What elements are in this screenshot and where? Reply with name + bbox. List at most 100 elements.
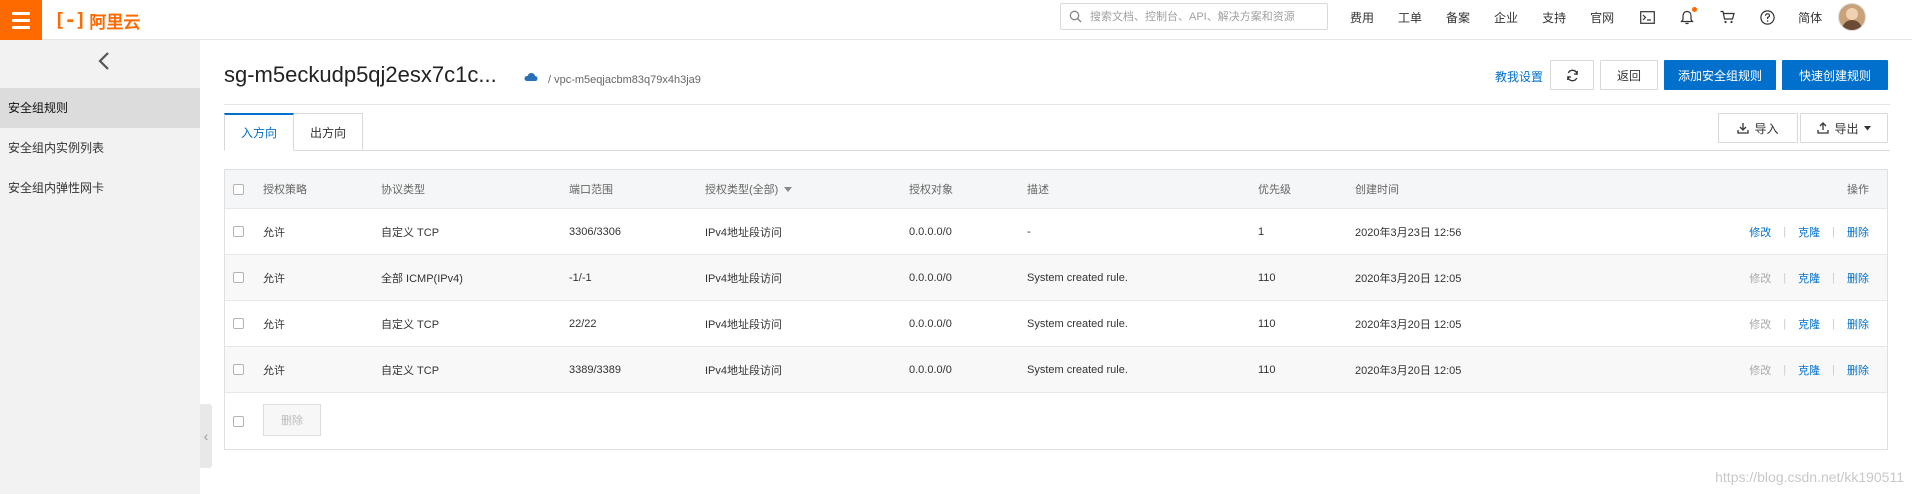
row-checkbox[interactable] <box>233 272 244 283</box>
import-label: 导入 <box>1754 121 1779 136</box>
delete-link[interactable]: 删除 <box>1847 224 1869 240</box>
quick-create-rule-button[interactable]: 快速创建规则 <box>1782 60 1888 90</box>
cell-policy: 允许 <box>263 226 285 239</box>
col-auth-type: 授权类型(全部) <box>705 184 779 196</box>
sidebar-item-eni[interactable]: 安全组内弹性网卡 <box>0 168 200 208</box>
help-icon[interactable] <box>1758 8 1776 26</box>
cell-target: 0.0.0.0/0 <box>909 363 952 376</box>
delete-link[interactable]: 删除 <box>1847 316 1869 332</box>
watermark: https://blog.csdn.net/kk190511 <box>1715 469 1904 485</box>
nav-tickets[interactable]: 工单 <box>1398 9 1422 26</box>
row-actions: 修改 | 克隆 | 删除 <box>1749 347 1869 392</box>
action-separator: | <box>1832 271 1835 284</box>
row-checkbox-cell[interactable] <box>233 301 244 346</box>
cell-protocol: 自定义 TCP <box>381 364 440 377</box>
search-icon <box>1069 10 1082 23</box>
col-actions: 操作 <box>1847 184 1869 196</box>
clone-link[interactable]: 克隆 <box>1798 224 1820 240</box>
cell-port: 22/22 <box>569 317 597 330</box>
vpc-link[interactable]: / vpc-m5eqjacbm83q79x4h3ja9 <box>548 74 701 86</box>
action-separator: | <box>1832 225 1835 238</box>
action-separator: | <box>1783 225 1787 238</box>
batch-delete-button[interactable]: 删除 <box>263 404 321 436</box>
modify-link[interactable]: 修改 <box>1749 224 1771 240</box>
cell-protocol: 自定义 TCP <box>381 318 440 331</box>
modify-link: 修改 <box>1749 318 1772 331</box>
col-protocol: 协议类型 <box>381 184 425 196</box>
col-port: 端口范围 <box>569 184 613 196</box>
nav-support[interactable]: 支持 <box>1542 9 1566 26</box>
cell-created: 2020年3月20日 12:05 <box>1355 364 1462 377</box>
search-input[interactable] <box>1088 9 1322 24</box>
back-button[interactable]: 返回 <box>1600 60 1658 90</box>
table-body: 允许 自定义 TCP 3306/3306 IPv4地址段访问 0.0.0.0/0-1 20… <box>225 209 1887 393</box>
row-checkbox[interactable] <box>233 364 244 375</box>
modify-link: 修改 <box>1749 364 1772 377</box>
export-button[interactable]: 导出 <box>1800 113 1888 143</box>
cell-priority: 110 <box>1258 363 1276 376</box>
cell-created: 2020年3月23日 12:56 <box>1355 226 1462 239</box>
back-arrow-icon[interactable] <box>94 48 114 74</box>
checkbox[interactable] <box>233 183 244 195</box>
clone-link[interactable]: 克隆 <box>1798 316 1820 332</box>
tab-underline <box>224 150 1890 151</box>
refresh-button[interactable] <box>1550 60 1594 90</box>
nav-enterprise[interactable]: 企业 <box>1494 9 1518 26</box>
add-rule-button[interactable]: 添加安全组规则 <box>1664 60 1776 90</box>
tab-inbound[interactable]: 入方向 <box>224 113 294 151</box>
cell-policy: 允许 <box>263 318 285 331</box>
caret-down-icon <box>1863 125 1871 130</box>
row-checkbox-cell[interactable] <box>233 255 244 300</box>
select-all-checkbox[interactable] <box>233 170 244 208</box>
search-box[interactable] <box>1060 3 1328 30</box>
bell-icon[interactable] <box>1678 7 1698 26</box>
menu-icon[interactable] <box>0 0 42 40</box>
logo[interactable]: [-] 阿里云 <box>54 8 140 32</box>
row-checkbox-cell[interactable] <box>233 347 244 392</box>
nav-billing[interactable]: 费用 <box>1350 9 1374 26</box>
col-auth-type-filter[interactable]: 授权类型(全部) <box>705 170 793 208</box>
table-header: 授权策略 协议类型 端口范围 授权类型(全部) 授权对象 描述 优先级 创建时间… <box>225 170 1887 209</box>
nav-website[interactable]: 官网 <box>1590 9 1614 26</box>
row-actions: 修改 | 克隆 | 删除 <box>1749 209 1869 254</box>
col-target: 授权对象 <box>909 184 953 196</box>
delete-link[interactable]: 删除 <box>1847 362 1869 378</box>
sidebar: 安全组规则 安全组内实例列表 安全组内弹性网卡 <box>0 40 200 494</box>
cell-target: 0.0.0.0/0 <box>909 225 952 238</box>
delete-link[interactable]: 删除 <box>1847 270 1869 286</box>
export-icon <box>1817 122 1830 134</box>
nav-icp[interactable]: 备案 <box>1446 9 1470 26</box>
clone-link[interactable]: 克隆 <box>1798 270 1820 286</box>
action-separator: | <box>1832 363 1835 376</box>
language-switch[interactable]: 简体 <box>1798 9 1822 26</box>
action-separator: | <box>1783 317 1787 330</box>
clone-link[interactable]: 克隆 <box>1798 362 1820 378</box>
logo-mark: [-] <box>54 9 86 31</box>
cell-auth-type: IPv4地址段访问 <box>705 226 783 239</box>
cell-policy: 允许 <box>263 272 285 285</box>
cell-priority: 110 <box>1258 317 1276 330</box>
page-title: sg-m5eckudp5qj2esx7c1c... <box>224 62 497 87</box>
sidebar-collapse-handle[interactable]: ‹ <box>200 404 212 468</box>
row-checkbox[interactable] <box>233 226 244 237</box>
row-checkbox[interactable] <box>233 318 244 329</box>
cell-created: 2020年3月20日 12:05 <box>1355 318 1462 331</box>
logo-text: 阿里云 <box>89 12 141 32</box>
cart-icon[interactable] <box>1718 8 1736 26</box>
terminal-icon[interactable] <box>1638 8 1656 26</box>
rules-table: 授权策略 协议类型 端口范围 授权类型(全部) 授权对象 描述 优先级 创建时间… <box>224 169 1888 450</box>
top-nav: 费用 工单 备案 企业 支持 官网 简体 <box>1350 0 1867 34</box>
sidebar-item-instances[interactable]: 安全组内实例列表 <box>0 128 200 168</box>
cell-protocol: 全部 ICMP(IPv4) <box>381 272 463 285</box>
tutorial-link[interactable]: 教我设置 <box>1495 68 1543 85</box>
export-label: 导出 <box>1834 121 1859 136</box>
import-button[interactable]: 导入 <box>1718 113 1798 143</box>
sidebar-item-rules[interactable]: 安全组规则 <box>0 88 200 128</box>
tab-outbound[interactable]: 出方向 <box>293 113 363 151</box>
user-avatar[interactable] <box>1838 3 1867 31</box>
checkbox[interactable] <box>233 415 244 427</box>
import-icon <box>1737 123 1750 134</box>
row-checkbox-cell[interactable] <box>233 209 244 254</box>
footer-checkbox[interactable] <box>233 393 244 449</box>
filter-caret-icon <box>784 186 793 192</box>
